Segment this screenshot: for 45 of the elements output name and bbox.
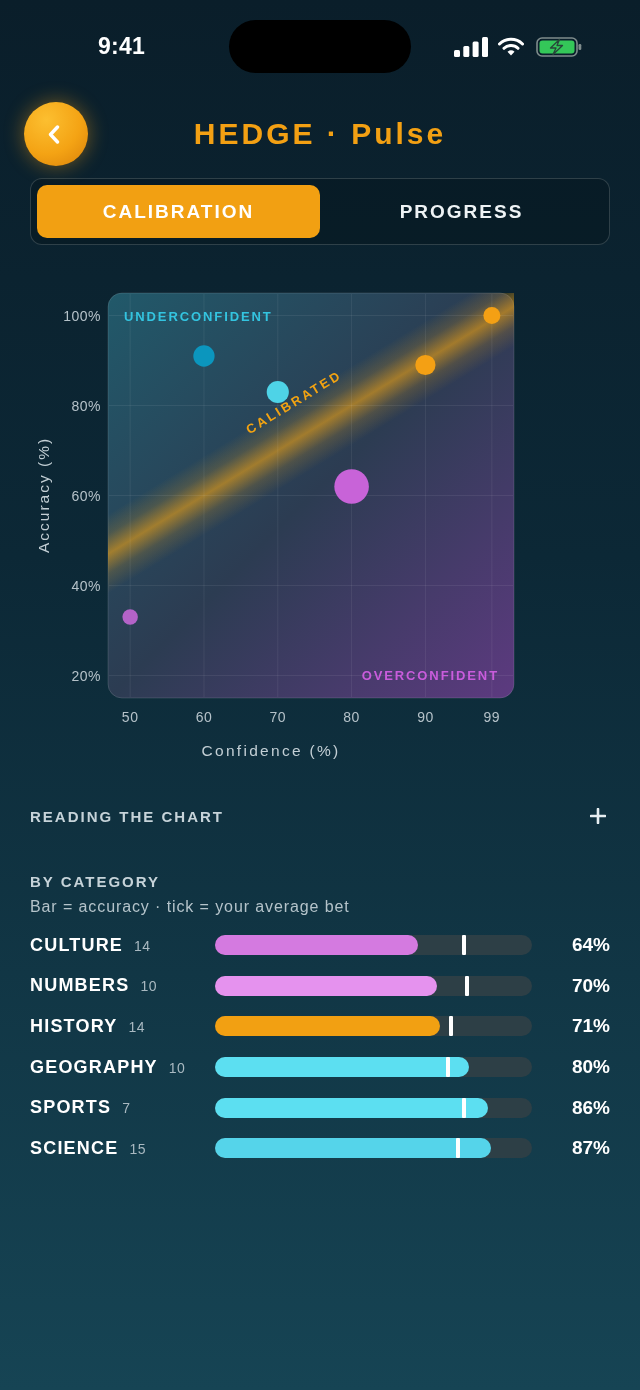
category-name: HISTORY: [30, 1016, 118, 1037]
section-heading: BY CATEGORY: [30, 872, 161, 892]
x-tick-label: 99: [483, 709, 501, 725]
question-count: 10: [140, 978, 157, 995]
category-name: NUMBERS: [30, 975, 130, 997]
x-axis-title: Confidence (%): [201, 741, 341, 759]
plus-icon: [590, 808, 606, 824]
x-tick-label: 50: [121, 709, 139, 725]
accuracy-value: 70%: [571, 974, 610, 997]
x-tick-label: 70: [269, 709, 287, 725]
x-tick-label: 90: [417, 709, 434, 725]
tab[interactable]: PROGRESS: [320, 185, 603, 238]
y-axis-title: Accuracy (%): [34, 436, 52, 554]
question-count: 15: [129, 1140, 146, 1157]
category-name: SCIENCE: [30, 1137, 119, 1159]
accuracy-value: 86%: [571, 1096, 610, 1119]
section-heading: READING THE CHART: [30, 807, 224, 825]
x-tick-label: 60: [195, 709, 213, 725]
category-name: SPORTS: [30, 1097, 112, 1119]
accuracy-value: 71%: [571, 1015, 610, 1038]
question-count: 14: [134, 937, 151, 954]
chevron-left-icon: [48, 124, 60, 144]
x-tick-label: 80: [343, 709, 360, 725]
back-button[interactable]: [24, 102, 88, 166]
category-name: GEOGRAPHY: [30, 1056, 158, 1078]
status-time: 9:41: [97, 33, 146, 60]
accuracy-value: 80%: [571, 1056, 610, 1079]
y-tick-label: 60%: [71, 487, 101, 504]
question-count: 7: [122, 1100, 131, 1117]
region-label: UNDERCONFIDENT: [124, 308, 273, 324]
y-tick-label: 40%: [71, 577, 101, 594]
battery-charging-icon: [535, 36, 582, 57]
question-count: 10: [168, 1059, 186, 1076]
question-count: 14: [128, 1019, 145, 1035]
y-tick-label: 20%: [71, 667, 101, 684]
accuracy-value: 64%: [571, 934, 610, 957]
region-label: OVERCONFIDENT: [361, 667, 499, 683]
accuracy-value: 87%: [571, 1137, 610, 1160]
chart-legend-text: Bar = accuracy · tick = your average bet: [30, 897, 350, 917]
category-name: CULTURE: [30, 934, 124, 956]
y-tick-label: 80%: [71, 397, 101, 414]
wifi-icon: [497, 37, 524, 56]
signal-icon: [453, 36, 488, 57]
y-tick-label: 100%: [63, 307, 101, 324]
screen-title: HEDGE · Pulse: [193, 117, 447, 151]
